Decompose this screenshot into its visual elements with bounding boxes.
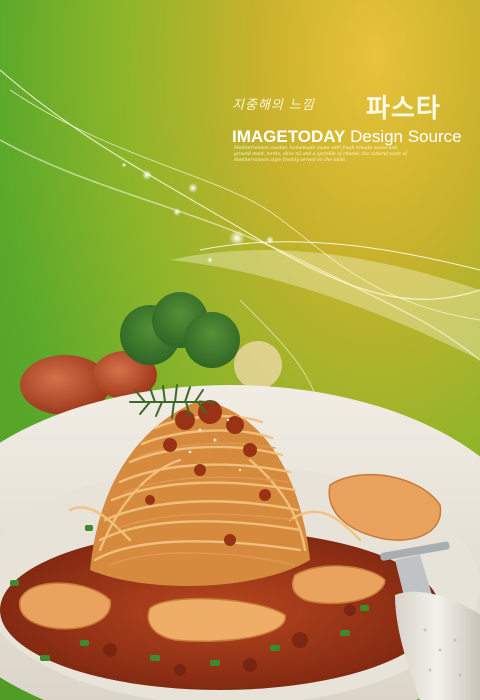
pasta-poster: 지중해의 느낌 파스타 IMAGETODAY Design Source Med… — [0, 0, 480, 700]
korean-title: 파스타 — [366, 94, 441, 124]
korean-subtitle: 지중해의 느낌 — [232, 98, 315, 113]
brand-bold: IMAGETODAY — [232, 127, 346, 146]
brand-line: IMAGETODAY Design Source — [232, 127, 462, 147]
blurb-text: Mediterranean cuisine, homemade pasta wi… — [234, 146, 407, 163]
brand-rest: Design Source — [345, 127, 462, 146]
